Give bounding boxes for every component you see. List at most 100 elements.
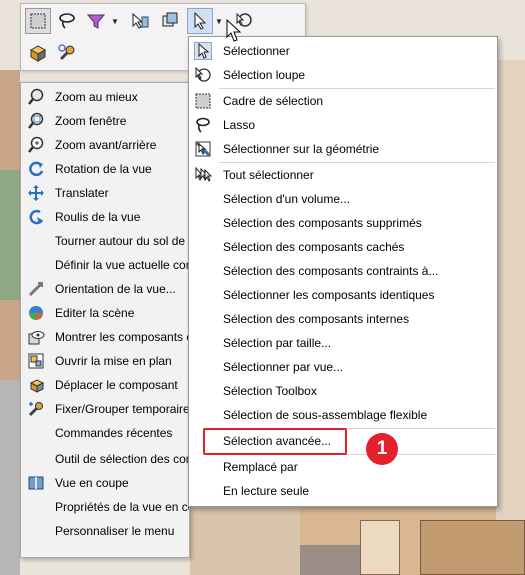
ctx-item-section-view[interactable]: Vue en coupe — [21, 471, 189, 495]
wrench-icon[interactable] — [54, 40, 80, 66]
menu-item-label: Sélectionner sur la géométrie — [223, 142, 380, 156]
ctx-item-view-orientation[interactable]: Orientation de la vue... — [21, 277, 189, 301]
menu-item-label: En lecture seule — [223, 484, 310, 498]
menu-item-label: Sélection loupe — [223, 68, 306, 82]
ctx-label: Rotation de la vue — [55, 162, 152, 176]
ctx-label: Zoom au mieux — [55, 90, 138, 104]
menu-item-select-toolbox[interactable]: Sélection Toolbox — [189, 379, 497, 403]
ctx-item-recent-commands[interactable]: Commandes récentes — [21, 421, 189, 445]
highlight-box — [203, 428, 347, 455]
pan-icon — [27, 184, 45, 202]
menu-item-select-internal[interactable]: Sélection des composants internes — [189, 307, 497, 331]
ctx-item-pan[interactable]: Translater — [21, 181, 189, 205]
ctx-item-zoom-window[interactable]: Zoom fenêtre — [21, 109, 189, 133]
ctx-label: Propriétés de la vue en coupe... — [55, 500, 189, 514]
fix-group-icon — [27, 400, 45, 418]
model-face — [496, 60, 525, 520]
ctx-item-fix-group[interactable]: Fixer/Grouper temporaire — [21, 397, 190, 421]
menu-item-select-identical[interactable]: Sélectionner les composants identiques — [189, 283, 497, 307]
box-select-icon — [194, 92, 212, 110]
roll-view-icon — [27, 208, 45, 226]
view-orientation-icon[interactable] — [157, 8, 183, 34]
section-view-icon — [27, 474, 45, 492]
menu-item-label: Sélectionner par vue... — [223, 360, 344, 374]
zoom-window-icon — [27, 112, 45, 130]
ctx-label: Personnaliser le menu — [55, 524, 175, 538]
ctx-item-turn-around-floor[interactable]: Tourner autour du sol de l — [21, 229, 190, 253]
ctx-label: Tourner autour du sol de l — [55, 234, 190, 248]
menu-item-replaced-by[interactable]: Remplacé par — [189, 455, 497, 479]
pointer-icon — [194, 42, 212, 60]
zoom-in-out-icon — [27, 136, 45, 154]
menu-item-select-hidden[interactable]: Sélection des composants cachés — [189, 235, 497, 259]
lasso-icon[interactable] — [54, 8, 80, 34]
shaded-box-icon[interactable] — [25, 40, 51, 66]
select-other-icon[interactable] — [127, 8, 153, 34]
menu-item-label: Remplacé par — [223, 460, 298, 474]
ctx-label: Fixer/Grouper temporaire — [55, 402, 190, 416]
model-face — [420, 520, 525, 575]
filter-icon[interactable] — [83, 8, 109, 34]
ctx-item-show-components[interactable]: Montrer les composants ca — [21, 325, 190, 349]
menu-item-box-select[interactable]: Cadre de sélection — [189, 89, 497, 113]
mouse-cursor-icon — [226, 19, 242, 42]
menu-item-label: Cadre de sélection — [223, 94, 324, 108]
menu-item-label: Sélection d'un volume... — [223, 192, 351, 206]
model-face — [190, 505, 300, 575]
ctx-label: Ouvrir la mise en plan — [55, 354, 172, 368]
ctx-item-roll-view[interactable]: Roulis de la vue — [21, 205, 189, 229]
ctx-item-zoom-in-out[interactable]: Zoom avant/arrière — [21, 133, 189, 157]
pointer-icon[interactable] — [187, 8, 213, 34]
select-box-icon[interactable] — [25, 8, 51, 34]
menu-item-label: Sélection de sous-assemblage flexible — [223, 408, 428, 422]
ctx-item-rotate-view[interactable]: Rotation de la vue — [21, 157, 189, 181]
model-face — [0, 380, 20, 575]
menu-item-label: Sélection Toolbox — [223, 384, 317, 398]
filter-dropdown-icon[interactable]: ▼ — [110, 8, 120, 34]
ctx-item-move-component[interactable]: Déplacer le composant — [21, 373, 189, 397]
ctx-label: Définir la vue actuelle com — [55, 258, 190, 272]
menu-item-label: Sélectionner — [223, 44, 290, 58]
menu-item-label: Sélection des composants supprimés — [223, 216, 422, 230]
menu-item-label: Lasso — [223, 118, 256, 132]
menu-item-select-flexible-subassembly[interactable]: Sélection de sous-assemblage flexible — [189, 403, 497, 427]
menu-item-read-only[interactable]: En lecture seule — [189, 479, 497, 503]
menu-item-label: Sélectionner les composants identiques — [223, 288, 435, 302]
menu-item-label: Tout sélectionner — [223, 168, 314, 182]
menu-item-select-all[interactable]: Tout sélectionner — [189, 163, 497, 187]
magnify-select-icon — [194, 66, 212, 84]
zoom-fit-icon — [27, 88, 45, 106]
lasso-icon — [194, 116, 212, 134]
ctx-item-section-view-properties[interactable]: Propriétés de la vue en coupe... — [21, 495, 189, 519]
menu-item-magnify-select[interactable]: Sélection loupe — [189, 63, 497, 87]
open-drawing-icon — [27, 352, 45, 370]
ctx-item-set-current-view[interactable]: Définir la vue actuelle com — [21, 253, 190, 277]
ctx-item-edit-scene[interactable]: Editer la scène — [21, 301, 189, 325]
ctx-label: Outil de sélection des com — [55, 452, 190, 466]
ctx-item-component-selection-tool[interactable]: Outil de sélection des com — [21, 447, 190, 471]
pointer-dropdown-icon[interactable]: ▼ — [214, 8, 224, 34]
show-components-icon — [27, 328, 45, 346]
edit-scene-icon — [27, 304, 45, 322]
menu-item-select-by-view[interactable]: Sélectionner par vue... — [189, 355, 497, 379]
menu-item-select-by-size[interactable]: Sélection par taille... — [189, 331, 497, 355]
ctx-item-zoom-fit[interactable]: Zoom au mieux — [21, 85, 189, 109]
ctx-label: Translater — [55, 186, 109, 200]
menu-item-select-mated[interactable]: Sélection des composants contraints à... — [189, 259, 497, 283]
ctx-label: Roulis de la vue — [55, 210, 141, 224]
view-orientation-icon — [27, 280, 45, 298]
model-face — [360, 520, 400, 575]
menu-item-volume-select[interactable]: Sélection d'un volume... — [189, 187, 497, 211]
ctx-label: Editer la scène — [55, 306, 135, 320]
menu-item-select-suppressed[interactable]: Sélection des composants supprimés — [189, 211, 497, 235]
ctx-item-customize-menu[interactable]: Personnaliser le menu — [21, 519, 189, 543]
menu-item-label: Sélection des composants contraints à... — [223, 264, 439, 278]
menu-item-label: Sélection des composants internes — [223, 312, 410, 326]
ctx-label: Montrer les composants ca — [55, 330, 190, 344]
ctx-label: Orientation de la vue... — [55, 282, 176, 296]
menu-item-lasso[interactable]: Lasso — [189, 113, 497, 137]
menu-item-geometry-select[interactable]: Sélectionner sur la géométrie — [189, 137, 497, 161]
select-all-icon — [194, 166, 212, 184]
model-face — [0, 170, 20, 300]
ctx-item-open-drawing[interactable]: Ouvrir la mise en plan — [21, 349, 189, 373]
